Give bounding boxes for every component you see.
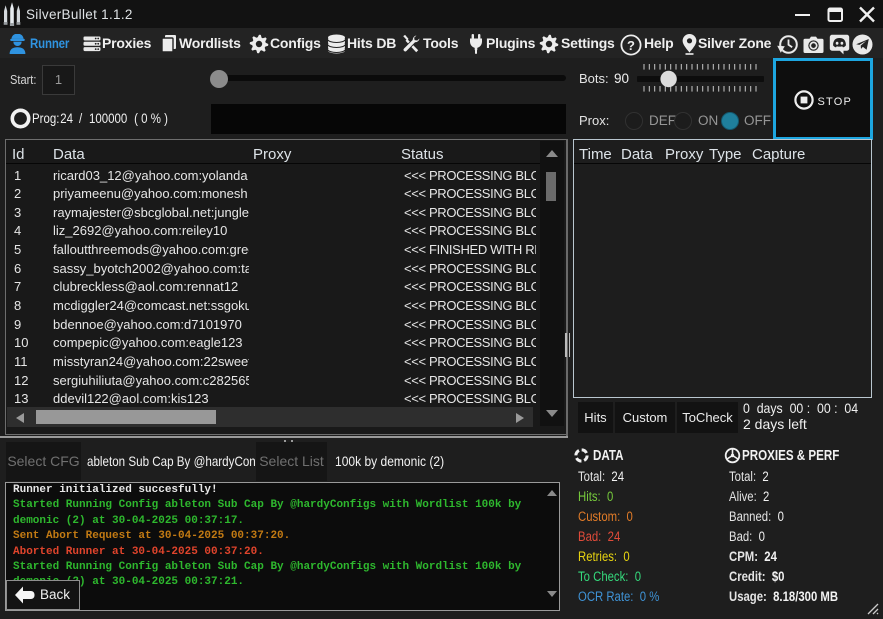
svg-text:?: ? — [627, 38, 635, 53]
